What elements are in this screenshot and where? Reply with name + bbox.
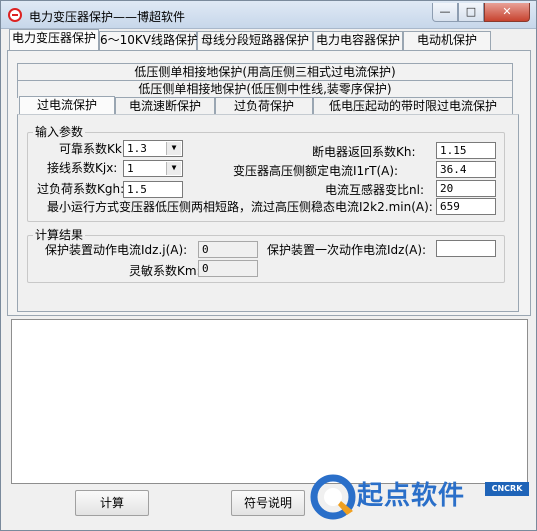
kk-select[interactable]: 1.3 ▼ [123, 140, 183, 157]
kjx-select[interactable]: 1 ▼ [123, 160, 183, 177]
tab-line-protection[interactable]: 6～10KV线路保护 [99, 31, 199, 50]
i2k2-input[interactable]: 659 [436, 198, 496, 215]
kh-label: 断电器返回系数Kh: [312, 145, 416, 159]
kk-label: 可靠系数Kk: [59, 142, 126, 156]
kk-value: 1.3 [127, 142, 147, 155]
idzj-output: 0 [198, 241, 258, 258]
idz-output[interactable] [436, 240, 496, 257]
kjx-label: 接线系数Kjx: [47, 161, 118, 175]
idz-label: 保护装置一次动作电流Idz(A): [267, 243, 427, 257]
km-label: 灵敏系数Km: [129, 264, 201, 278]
watermark-tag: CNCRK [485, 482, 529, 496]
nl-label: 电流互感器变比nl: [325, 183, 424, 197]
tab-transformer-protection[interactable]: 电力变压器保护 [9, 29, 99, 51]
i1rt-label: 变压器高压侧额定电流I1rT(A): [233, 164, 399, 178]
minimize-button[interactable]: — [432, 3, 458, 22]
symbol-help-button[interactable]: 符号说明 [231, 490, 305, 516]
kh-input[interactable]: 1.15 [436, 142, 496, 159]
app-logo-icon [8, 8, 22, 22]
watermark-logo-icon [310, 474, 356, 520]
kjx-value: 1 [127, 162, 134, 175]
window-title: 电力变压器保护——博超软件 [29, 10, 186, 24]
tab-overcurrent[interactable]: 过电流保护 [19, 96, 115, 116]
tab-undervoltage-overcurrent[interactable]: 低电压起动的带时限过电流保护 [313, 97, 513, 115]
results-group-title: 计算结果 [33, 228, 86, 242]
i2k2-label: 最小运行方式变压器低压侧两相短路，流过高压侧稳态电流I2k2.min(A): [47, 200, 433, 214]
result-text-area[interactable] [11, 319, 528, 484]
tab-bus-section-protection[interactable]: 母线分段短路器保护 [197, 31, 313, 50]
kgh-input[interactable]: 1.5 [123, 181, 183, 198]
app-window: 电力变压器保护——博超软件 — □ ✕ 电力变压器保护 6～10KV线路保护 母… [0, 0, 537, 531]
km-output: 0 [198, 260, 258, 277]
watermark-text: 起点软件 [357, 481, 466, 511]
kgh-label: 过负荷系数Kgh: [37, 182, 125, 196]
tab-motor-protection[interactable]: 电动机保护 [403, 31, 491, 50]
i1rt-input[interactable]: 36.4 [436, 161, 496, 178]
input-group-title: 输入参数 [33, 125, 86, 139]
idzj-label: 保护装置动作电流Idz.j(A): [45, 243, 188, 257]
calculate-button[interactable]: 计算 [75, 490, 149, 516]
tab-capacitor-protection[interactable]: 电力电容器保护 [313, 31, 403, 50]
chevron-down-icon[interactable]: ▼ [166, 162, 181, 175]
maximize-button[interactable]: □ [458, 3, 484, 22]
tab-overload[interactable]: 过负荷保护 [215, 97, 313, 115]
tab-lv-ground-hv-overcurrent[interactable]: 低压侧单相接地保护(用高压侧三相式过电流保护) [17, 63, 513, 81]
tab-instant-trip[interactable]: 电流速断保护 [115, 97, 215, 115]
title-bar: 电力变压器保护——博超软件 — □ ✕ [1, 1, 536, 29]
nl-input[interactable]: 20 [436, 180, 496, 197]
close-button[interactable]: ✕ [484, 3, 530, 22]
chevron-down-icon[interactable]: ▼ [166, 142, 181, 155]
